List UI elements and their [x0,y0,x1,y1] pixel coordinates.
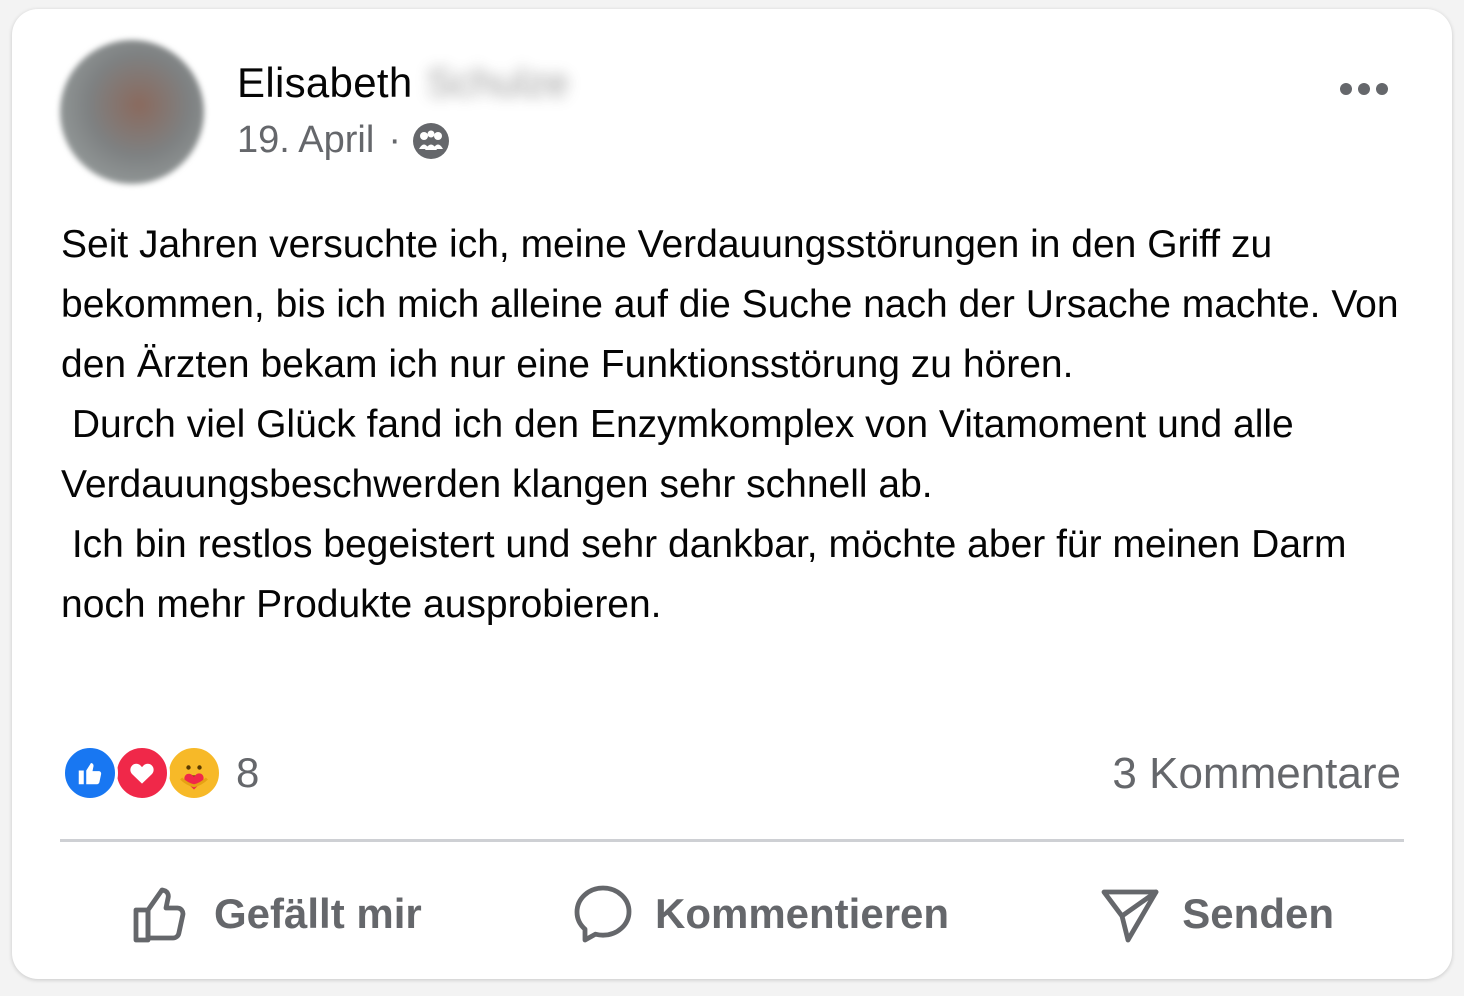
friends-icon[interactable] [411,121,451,161]
meta-separator: · [388,119,401,161]
post-card: Elisabeth Schulze 19. April · Seit Jahre… [12,9,1452,979]
love-reaction-icon [114,745,170,801]
avatar[interactable] [60,40,204,184]
comment-button-label: Kommentieren [654,890,950,937]
reaction-count: 8 [236,749,260,796]
post-actions: Gefällt mir Kommentieren Senden [60,871,1404,957]
author-first-name[interactable]: Elisabeth [237,59,412,107]
send-button-label: Senden [1182,890,1334,937]
send-button[interactable]: Senden [1028,882,1404,946]
post-author[interactable]: Elisabeth Schulze [237,59,569,107]
send-icon [1101,889,1159,943]
more-dot [1358,83,1370,95]
comment-bubble-icon [574,885,632,943]
more-dot [1376,83,1388,95]
post-meta: 19. April · [237,119,451,162]
divider [60,839,1404,842]
like-button-label: Gefällt mir [214,890,422,937]
post-text: Seit Jahren versuchte ich, meine Verdauu… [61,223,1399,626]
more-horizontal-icon [1340,83,1352,95]
author-last-name[interactable]: Schulze [426,61,568,106]
comments-count[interactable]: 3 Kommentare [1112,749,1401,799]
like-button[interactable]: Gefällt mir [60,882,492,946]
care-reaction-icon [166,745,222,801]
reactions-summary[interactable]: 8 [62,745,259,801]
thumbs-up-icon [133,887,186,943]
post-date[interactable]: 19. April [237,119,374,162]
more-options-button[interactable] [1334,77,1394,101]
comment-button[interactable]: Kommentieren [501,882,1019,946]
like-reaction-icon [62,745,118,801]
